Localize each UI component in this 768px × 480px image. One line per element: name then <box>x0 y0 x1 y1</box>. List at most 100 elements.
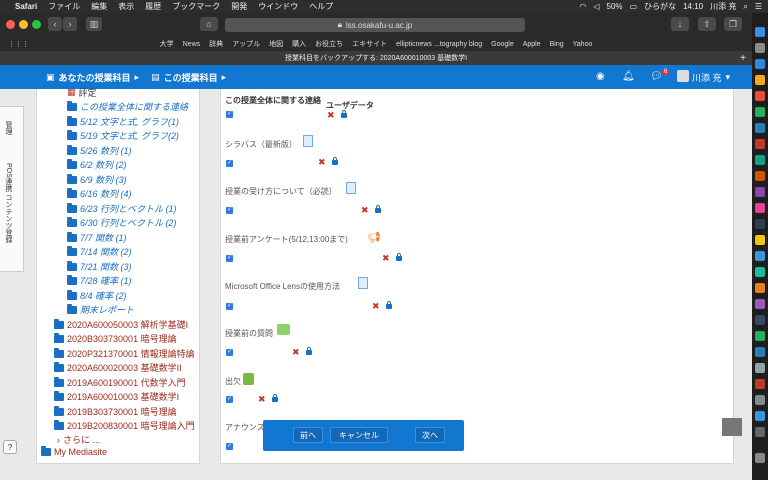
chat-icon[interactable]: 💬︎ <box>650 71 663 82</box>
tree-item[interactable]: 7/21 関数 (3) <box>67 260 132 273</box>
dock-app-icon[interactable] <box>755 411 765 421</box>
forward-button[interactable]: › <box>63 17 77 31</box>
lock-icon[interactable] <box>272 394 278 402</box>
scroll-to-top-button[interactable] <box>722 418 742 436</box>
new-tab-button[interactable]: + <box>740 53 746 64</box>
course-item[interactable]: 2019A600010003 基礎数学I <box>54 390 179 403</box>
tree-item[interactable]: 期末レポート <box>67 303 134 316</box>
lock-icon[interactable] <box>341 110 347 118</box>
exclude-icon[interactable]: ✖ <box>361 205 369 216</box>
lock-icon[interactable] <box>396 253 402 261</box>
fav-item[interactable]: Bing <box>550 41 564 48</box>
tree-item[interactable]: 6/9 数列 (3) <box>67 173 127 186</box>
next-button[interactable]: 次へ <box>415 427 445 443</box>
lock-icon[interactable] <box>375 205 381 213</box>
zoom-window-button[interactable] <box>32 20 41 29</box>
this-course-menu[interactable]: ▤ この授業科目 ▸ <box>151 71 226 84</box>
prev-button[interactable]: 前へ <box>293 427 323 443</box>
tree-item[interactable]: 7/14 関数 (2) <box>67 245 132 258</box>
course-item[interactable]: 2020P321370001 情報理論特論 <box>54 347 195 360</box>
tree-item[interactable]: 5/19 文字と式, グラフ(2) <box>67 129 179 142</box>
dock-app-icon[interactable] <box>755 283 765 293</box>
notification-center-icon[interactable]: ☰ <box>755 2 762 11</box>
battery-percent[interactable]: 50% <box>607 2 623 11</box>
download-button[interactable]: ↓ <box>671 17 689 31</box>
close-window-button[interactable] <box>6 20 15 29</box>
target-icon[interactable]: ◉ <box>596 71 605 82</box>
dock-app-icon[interactable] <box>755 187 765 197</box>
battery-icon[interactable]: ▭ <box>630 2 638 11</box>
fav-item[interactable]: 地図 <box>269 39 283 49</box>
dock-app-icon[interactable] <box>755 203 765 213</box>
exclude-icon[interactable]: ✖ <box>327 110 335 121</box>
address-bar[interactable]: 🔒︎ lss.osakafu-u.ac.jp <box>225 18 525 32</box>
tree-item[interactable]: 6/30 行列とベクトル (2) <box>67 216 177 229</box>
fav-item[interactable]: Yahoo <box>573 41 593 48</box>
course-item[interactable]: 2020B303730001 暗号理論 <box>54 332 177 345</box>
tree-item[interactable]: 7/7 関数 (1) <box>67 231 127 244</box>
exclude-icon[interactable]: ✖ <box>318 157 326 168</box>
exclude-icon[interactable]: ✖ <box>258 394 266 405</box>
more-link[interactable]: › さらに ... <box>57 433 100 446</box>
dock-safari-icon[interactable] <box>755 59 765 69</box>
dock-downloads-icon[interactable] <box>755 427 765 437</box>
fav-item[interactable]: 大学 <box>160 39 174 49</box>
dock-app-icon[interactable] <box>755 139 765 149</box>
dock-app-icon[interactable] <box>755 347 765 357</box>
user-menu[interactable]: 川添 充 <box>710 1 736 12</box>
tree-item[interactable]: 7/28 確率 (1) <box>67 274 132 287</box>
menu-help[interactable]: ヘルプ <box>309 1 333 12</box>
dock-launchpad-icon[interactable] <box>755 43 765 53</box>
back-button[interactable]: ‹ <box>48 17 62 31</box>
avatar[interactable] <box>677 70 689 82</box>
include-checkbox[interactable]: ✓ <box>226 207 233 214</box>
lock-icon[interactable] <box>386 301 392 309</box>
course-item[interactable]: 2019B303730001 暗号理論 <box>54 405 177 418</box>
include-checkbox[interactable]: ✓ <box>226 160 233 167</box>
exclude-icon[interactable]: ✖ <box>292 347 300 358</box>
search-icon[interactable]: ⌕ <box>743 2 747 12</box>
fav-item[interactable]: 購入 <box>292 39 306 49</box>
include-checkbox[interactable]: ✓ <box>226 349 233 356</box>
include-checkbox[interactable]: ✓ <box>226 396 233 403</box>
course-item[interactable]: 2019A600190001 代数学入門 <box>54 376 186 389</box>
lock-icon[interactable] <box>332 157 338 165</box>
tree-item-grades[interactable]: ▦ 評定 <box>67 86 97 99</box>
tabs-overview-button[interactable]: ❐ <box>724 17 742 31</box>
minimize-window-button[interactable] <box>19 20 28 29</box>
tree-item[interactable]: 6/23 行列とベクトル (1) <box>67 202 177 215</box>
fav-item[interactable]: ellipticnews ...tography blog <box>396 41 482 48</box>
menu-window[interactable]: ウインドウ <box>258 1 298 12</box>
course-item[interactable]: 2020A600020003 基礎数学II <box>54 361 182 374</box>
dock-trash-icon[interactable] <box>755 453 765 463</box>
tree-item-mediasite[interactable]: My Mediasite <box>41 446 107 457</box>
tree-item[interactable]: 5/26 数列 (1) <box>67 144 132 157</box>
include-checkbox[interactable]: ✓ <box>226 255 233 262</box>
course-item[interactable]: 2020A600050003 解析学基礎I <box>54 318 188 331</box>
include-checkbox[interactable]: ✓ <box>226 111 233 118</box>
exclude-icon[interactable]: ✖ <box>372 301 380 312</box>
fav-grid-icon[interactable]: ⋮⋮⋮ <box>8 40 29 48</box>
input-mode[interactable]: ひらがな <box>644 1 676 12</box>
help-icon[interactable]: ? <box>3 440 17 454</box>
menu-bookmarks[interactable]: ブックマーク <box>172 1 220 12</box>
active-tab-title[interactable]: 授業科目をバックアップする: 2020A600010003 基礎数学I <box>285 53 467 63</box>
menu-develop[interactable]: 開発 <box>231 1 247 12</box>
wifi-icon[interactable]: ◠ <box>579 2 586 11</box>
dock-app-icon[interactable] <box>755 155 765 165</box>
bell-icon[interactable]: 🔔︎ <box>622 71 635 82</box>
tree-item[interactable]: 5/12 文字と式, グラフ(1) <box>67 115 179 128</box>
home-button[interactable]: ⌂ <box>200 17 218 31</box>
dock-app-icon[interactable] <box>755 107 765 117</box>
dock-app-icon[interactable] <box>755 299 765 309</box>
tree-item[interactable]: 8/4 確率 (2) <box>67 289 127 302</box>
sidebar-toggle-button[interactable]: ▥ <box>86 17 102 31</box>
dock-app-icon[interactable] <box>755 331 765 341</box>
dock-finder-icon[interactable] <box>755 27 765 37</box>
tree-item[interactable]: 6/2 数列 (2) <box>67 158 127 171</box>
dock-app-icon[interactable] <box>755 75 765 85</box>
fav-item[interactable]: アップル <box>232 39 260 49</box>
fav-item[interactable]: 辞典 <box>209 39 223 49</box>
fav-item[interactable]: お役立ち <box>315 39 343 49</box>
user-menu-toggle[interactable]: 川添 充 ▾ <box>692 71 730 84</box>
